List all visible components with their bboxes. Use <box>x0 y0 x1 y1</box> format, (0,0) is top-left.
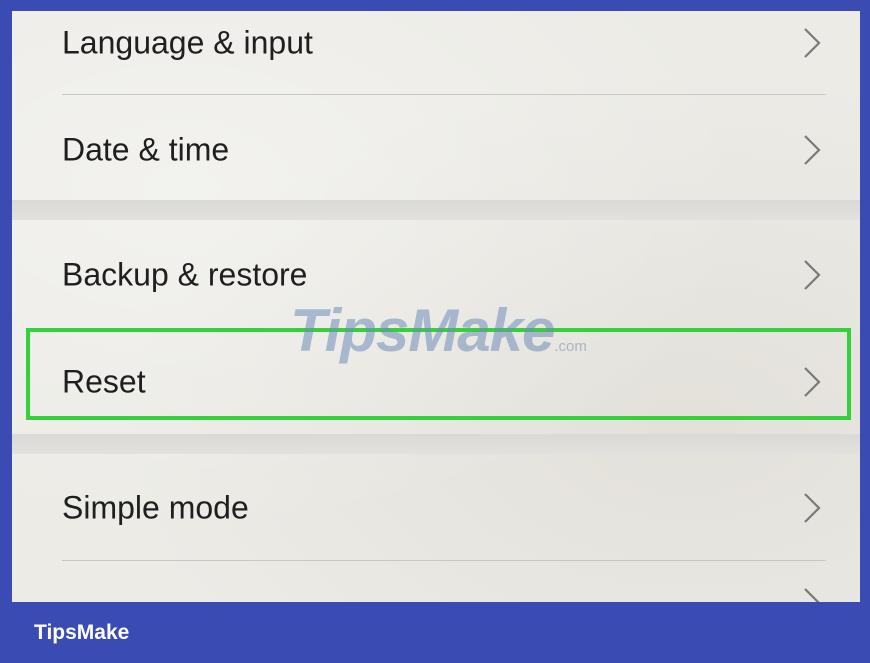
divider <box>62 94 826 95</box>
settings-item-language-input[interactable]: Language & input <box>12 11 860 88</box>
footer-brand: TipsMake <box>34 620 130 644</box>
chevron-right-icon <box>804 28 821 58</box>
settings-item-label: Simple mode <box>62 489 249 526</box>
section-separator <box>12 434 860 454</box>
settings-item-label: Date & time <box>62 131 230 168</box>
chevron-right-icon <box>804 493 821 523</box>
settings-item-label: Reset <box>62 363 146 400</box>
chevron-right-icon <box>804 588 820 602</box>
chevron-right-icon <box>804 260 821 290</box>
settings-item-reset[interactable]: Reset <box>12 337 860 427</box>
footer-bar: TipsMake <box>0 602 870 663</box>
settings-screen: Language & input Date & time Backup & re… <box>12 11 860 602</box>
settings-item-date-time[interactable]: Date & time <box>12 105 860 195</box>
section-separator <box>12 200 860 220</box>
settings-item-backup-restore[interactable]: Backup & restore <box>12 230 860 320</box>
divider <box>62 560 826 561</box>
settings-item-label: Backup & restore <box>62 256 308 293</box>
settings-item-partial[interactable] <box>12 583 860 602</box>
chevron-right-icon <box>804 367 821 397</box>
settings-item-simple-mode[interactable]: Simple mode <box>12 463 860 553</box>
settings-item-label: Language & input <box>62 24 313 61</box>
chevron-right-icon <box>804 135 821 165</box>
